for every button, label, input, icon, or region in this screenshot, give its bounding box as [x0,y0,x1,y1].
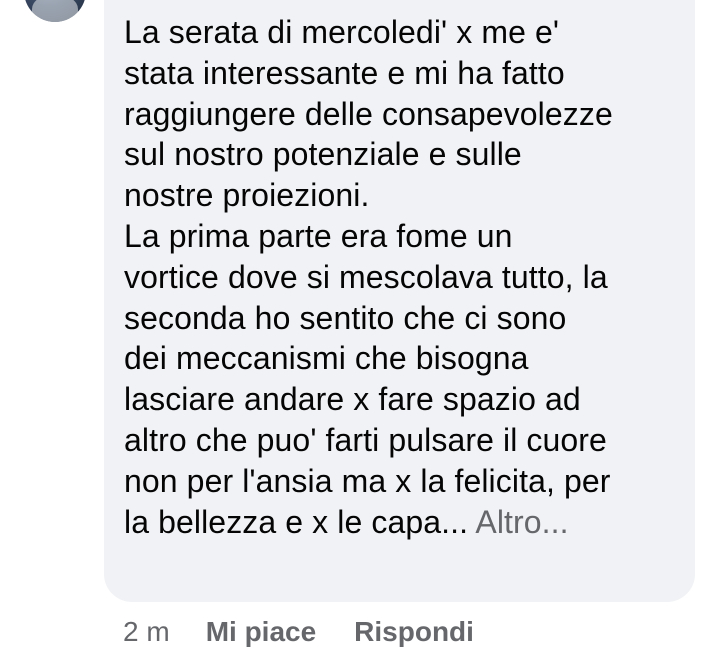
comment-bubble: La serata di mercoledi' x me e' stata in… [104,0,695,602]
comment-line: stata interessante e mi ha fatto [124,54,565,91]
comment-actions: 2 m Mi piace Rispondi [123,612,512,650]
comment-line: raggiungere delle consapevolezze [124,95,613,132]
avatar[interactable] [24,0,86,22]
comment-line: dei meccanismi che bisogna [124,340,529,377]
comment-line: non per l'ansia ma x la felicita, per [124,462,611,499]
comment-line: lasciare andare x fare spazio ad [124,381,581,418]
comment-line-last: la bellezza e x le capa... Altro... [124,502,675,543]
comment-line: altro che puo' farti pulsare il cuore [124,421,607,458]
comment-timestamp[interactable]: 2 m [123,616,170,648]
see-more-link[interactable]: Altro... [475,504,568,540]
comment-line: nostre proiezioni. [124,177,370,214]
comment-text: La serata di mercoledi' x me e' stata in… [124,12,675,542]
comment-line: La serata di mercoledi' x me e' [124,14,560,50]
reply-button[interactable]: Rispondi [354,616,474,648]
comment-line: seconda ho sentito che ci sono [124,299,567,336]
comment-thread: La serata di mercoledi' x me e' stata in… [0,0,717,650]
comment-line: vortice dove si mescolava tutto, la [124,258,608,295]
comment-line: sul nostro potenziale e sulle [124,136,522,173]
like-button[interactable]: Mi piace [206,616,316,648]
comment-line: La prima parte era fome un [124,217,513,254]
comment-truncated-text: la bellezza e x le capa... [124,503,469,540]
